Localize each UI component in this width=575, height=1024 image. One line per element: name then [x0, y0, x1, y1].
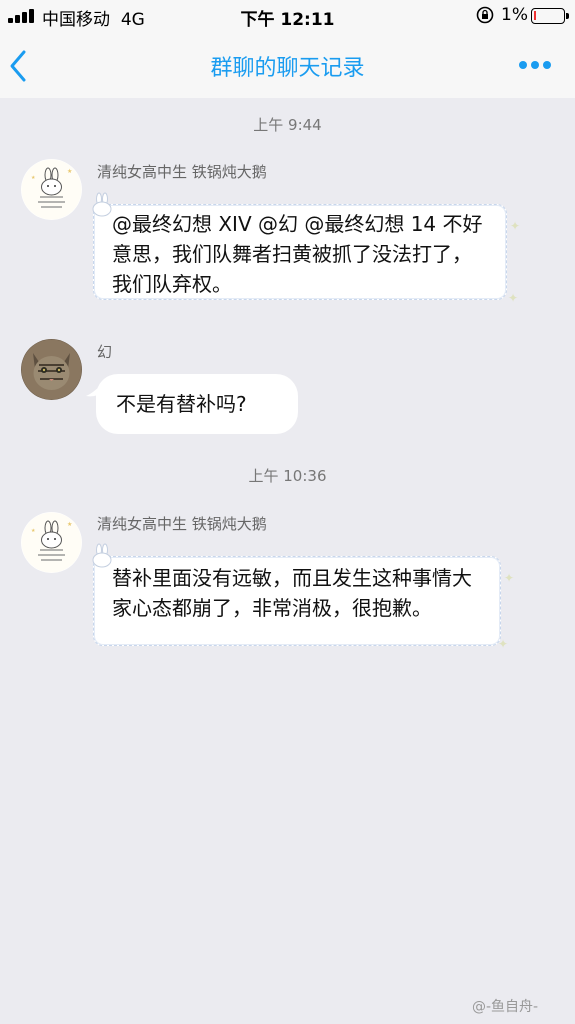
watermark: @-鱼自舟- [472, 999, 539, 1015]
avatar[interactable] [21, 339, 82, 400]
svg-text:★: ★ [67, 168, 72, 175]
more-options-button[interactable] [515, 56, 555, 74]
svg-text:★: ★ [31, 528, 36, 534]
battery-icon [531, 8, 569, 24]
cat-avatar-icon [21, 339, 82, 400]
page-title: 群聊的聊天记录 [210, 56, 365, 81]
timestamp: 上午 10:36 [248, 467, 327, 485]
star-decoration-icon: ✦ [509, 219, 520, 233]
sender-name: 幻 [97, 343, 113, 361]
avatar[interactable]: ★ ★ [21, 159, 82, 220]
bunny-avatar-icon: ★ ★ [21, 512, 82, 573]
message-bubble[interactable]: 替补里面没有远敏，而且发生这种事情大家心态都崩了，非常消极，很抱歉。 ✦ ✦ [93, 556, 514, 651]
battery-percent: 1% [501, 5, 528, 25]
bunny-avatar-icon: ★ ★ [21, 159, 82, 220]
bunny-decoration-icon [92, 192, 112, 217]
svg-text:★: ★ [67, 521, 72, 528]
svg-text:★: ★ [31, 175, 36, 181]
star-decoration-icon: ✦ [507, 291, 518, 305]
nav-bar: 群聊的聊天记录 [0, 32, 575, 98]
message-text: 不是有替补吗? [116, 392, 247, 416]
message-bubble[interactable]: @最终幻想 XIV @幻 @最终幻想 14 不好意思，我们队舞者扫黄被抓了没法打… [93, 204, 520, 305]
bunny-decoration-icon [92, 543, 112, 568]
status-bar: 中国移动 4G 下午 12:11 1% [0, 0, 575, 32]
message-text: @最终幻想 XIV @幻 @最终幻想 14 不好意思，我们队舞者扫黄被抓了没法打… [112, 212, 483, 296]
bubble-tail-icon [86, 384, 102, 397]
star-decoration-icon: ✦ [503, 571, 514, 585]
avatar[interactable]: ★ ★ [21, 512, 82, 573]
sender-name: 清纯女高中生 铁锅炖大鹅 [97, 515, 267, 533]
timestamp: 上午 9:44 [253, 116, 322, 134]
star-decoration-icon: ✦ [497, 637, 508, 651]
rotation-lock-icon [476, 6, 494, 24]
sender-name: 清纯女高中生 铁锅炖大鹅 [97, 163, 267, 181]
message-bubble[interactable]: 不是有替补吗? [96, 374, 298, 434]
message-text: 替补里面没有远敏，而且发生这种事情大家心态都崩了，非常消极，很抱歉。 [112, 566, 472, 620]
